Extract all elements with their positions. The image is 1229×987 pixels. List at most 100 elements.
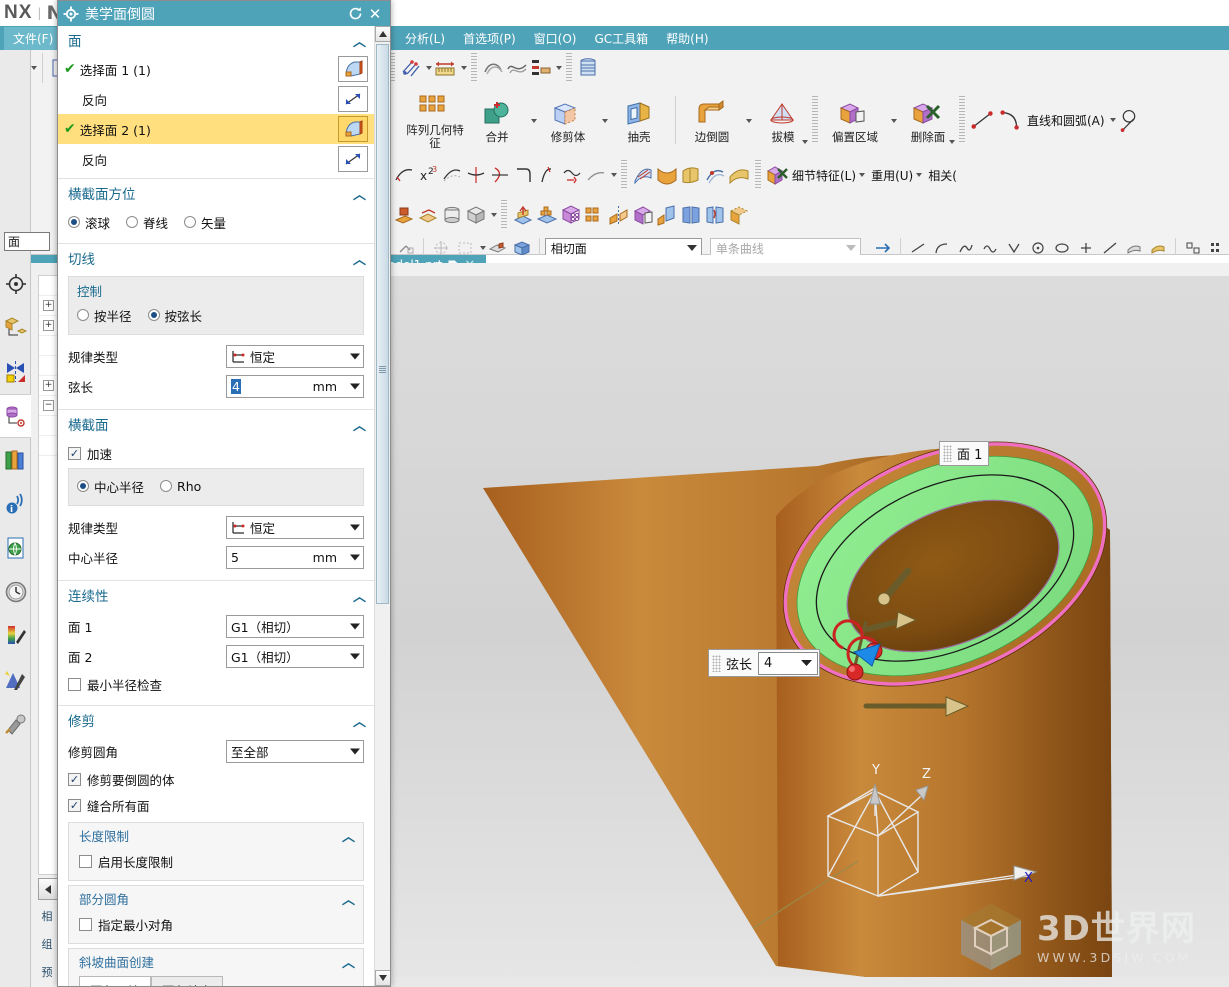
measure-distance-caret[interactable]: [461, 66, 467, 70]
line-icon[interactable]: [970, 104, 996, 136]
select-face-1-row[interactable]: ✔ 选择面 1 (1): [58, 54, 374, 84]
sidebar-item-history[interactable]: [0, 570, 31, 614]
surface-patch-icon[interactable]: [680, 163, 702, 187]
curve-bridge-icon[interactable]: [441, 163, 463, 187]
reverse-direction-icon[interactable]: [338, 86, 368, 112]
scroll-up-button[interactable]: [375, 26, 390, 42]
chevron-down-icon[interactable]: [347, 554, 363, 561]
draft-caret[interactable]: [802, 140, 808, 144]
sketch-in-task-icon[interactable]: [393, 203, 415, 227]
chevron-down-icon[interactable]: [347, 383, 363, 390]
cylinder-icon[interactable]: [441, 203, 463, 227]
callout-grip[interactable]: [943, 445, 952, 462]
extrude-icon[interactable]: [417, 203, 439, 227]
orientation-option-rolling-ball[interactable]: 滚球: [68, 213, 110, 232]
reuse-caret[interactable]: [916, 173, 923, 177]
sidebar-item-system-materials[interactable]: [0, 614, 31, 658]
swept-surface-icon[interactable]: [704, 163, 726, 187]
sidebar-item-feature-navigator[interactable]: [0, 394, 31, 438]
orientation-option-spine[interactable]: 脊线: [126, 213, 168, 232]
curve-extend-icon[interactable]: [585, 163, 607, 187]
cross-section-law-type-combo[interactable]: 恒定: [226, 515, 364, 539]
chevron-up-icon[interactable]: ︿: [353, 415, 366, 434]
trim-body-check-row[interactable]: 修剪要倒圆的体: [68, 766, 364, 792]
radio-icon[interactable]: [77, 309, 89, 321]
ramp-surface-header[interactable]: 斜坡曲面创建 ︿: [69, 949, 363, 974]
sidebar-item-web-browser[interactable]: [0, 526, 31, 570]
sidebar-item-roles[interactable]: [0, 702, 31, 746]
hole-icon[interactable]: [465, 203, 487, 227]
curve-trim-icon[interactable]: [537, 163, 559, 187]
curve-group-label[interactable]: 直线和圆弧(A): [1027, 112, 1105, 129]
partial-blend-header[interactable]: 部分圆角 ︿: [69, 886, 363, 911]
face-select-icon[interactable]: [338, 116, 368, 142]
length-limit-header[interactable]: 长度限制 ︿: [69, 823, 363, 848]
face-1-callout[interactable]: 面 1: [939, 441, 990, 466]
expand-icon[interactable]: +: [43, 320, 54, 331]
wrap-geometry-icon[interactable]: [704, 203, 726, 227]
dialog-scrollbar[interactable]: [374, 26, 390, 986]
ribbon-grip-5[interactable]: [501, 200, 507, 230]
chevron-down-icon[interactable]: [347, 623, 363, 630]
pattern-geometry2-icon[interactable]: [584, 203, 606, 227]
sidebar-item-reuse-library[interactable]: [0, 438, 31, 482]
mode-option-rho[interactable]: Rho: [160, 479, 201, 494]
curve-analysis-icon[interactable]: [400, 56, 422, 80]
callout-grip[interactable]: [712, 654, 721, 672]
menu-item-help[interactable]: 帮助(H): [657, 27, 717, 50]
curve-fillet-icon[interactable]: [513, 163, 535, 187]
curve-analysis-caret[interactable]: [426, 66, 432, 70]
face-select-icon[interactable]: [338, 56, 368, 82]
checkbox-icon[interactable]: [79, 854, 92, 868]
radio-icon[interactable]: [160, 480, 173, 492]
chord-length-callout[interactable]: 弦长 4: [708, 649, 821, 677]
checkbox-icon[interactable]: [79, 917, 92, 931]
chevron-down-icon[interactable]: [347, 748, 363, 755]
sidebar-item-assembly-navigator[interactable]: [0, 306, 31, 350]
layer-settings-icon[interactable]: [530, 56, 552, 80]
sew-icon[interactable]: [680, 203, 702, 227]
scale-body-icon[interactable]: [728, 203, 750, 227]
curve-project-icon[interactable]: [489, 163, 511, 187]
continuity-face2-combo[interactable]: G1（相切）: [226, 644, 364, 668]
center-radius-combo[interactable]: 5 mm: [226, 545, 364, 569]
toolbar-grip-4[interactable]: [566, 53, 572, 83]
reverse-direction-2-row[interactable]: 反向: [58, 144, 374, 174]
chevron-down-icon[interactable]: [347, 353, 363, 360]
chevron-up-icon[interactable]: ︿: [353, 711, 366, 730]
expand-icon[interactable]: +: [43, 300, 54, 311]
chord-length-combo[interactable]: 4 mm: [226, 374, 364, 398]
enable-length-limit-row[interactable]: 启用长度限制: [79, 848, 353, 874]
chevron-down-icon[interactable]: [347, 653, 363, 660]
surface-continuity-icon[interactable]: [506, 56, 528, 80]
extrude2-icon[interactable]: [512, 203, 534, 227]
curve-law-icon[interactable]: x23: [417, 163, 439, 187]
chevron-up-icon[interactable]: ︿: [353, 31, 366, 50]
layer-settings-caret[interactable]: [556, 66, 562, 70]
close-icon[interactable]: ✕: [365, 4, 385, 24]
curve-toolbar-caret[interactable]: [611, 173, 617, 177]
graphics-viewport[interactable]: Y Z X 面 1 弦长 4 3D世界网 WWW.3DSJW.COM: [388, 276, 1229, 987]
collapse-icon[interactable]: −: [43, 400, 54, 411]
reset-icon[interactable]: [345, 4, 365, 24]
radio-icon[interactable]: [147, 309, 160, 321]
tab-blend-end[interactable]: 圆角结束: [151, 976, 224, 986]
chevron-down-icon[interactable]: [347, 524, 363, 531]
toolbar-grip-3[interactable]: [471, 53, 477, 83]
tangent-option-by-chord[interactable]: 按弦长: [147, 306, 202, 325]
chevron-up-icon[interactable]: ︿: [353, 586, 366, 605]
checkbox-icon[interactable]: [68, 677, 81, 691]
curve-smooth-icon[interactable]: [561, 163, 583, 187]
command-trim-body[interactable]: 修剪体: [537, 97, 608, 144]
scroll-down-button[interactable]: [375, 970, 390, 986]
section-orientation-header[interactable]: 横截面方位 ︿: [58, 179, 374, 207]
detail-feature-caret[interactable]: [859, 173, 866, 177]
expand-icon[interactable]: +: [43, 380, 54, 391]
min-diagonal-row[interactable]: 指定最小对角: [79, 911, 353, 937]
chevron-up-icon[interactable]: ︿: [353, 184, 366, 203]
arc-icon[interactable]: [998, 104, 1024, 136]
dialog-title-bar[interactable]: 美学面倒圆 ✕: [58, 1, 390, 26]
sidebar-item-part-navigator[interactable]: [0, 262, 31, 306]
menu-item-preferences[interactable]: 首选项(P): [454, 27, 525, 50]
orientation-option-vector[interactable]: 矢量: [184, 213, 226, 232]
